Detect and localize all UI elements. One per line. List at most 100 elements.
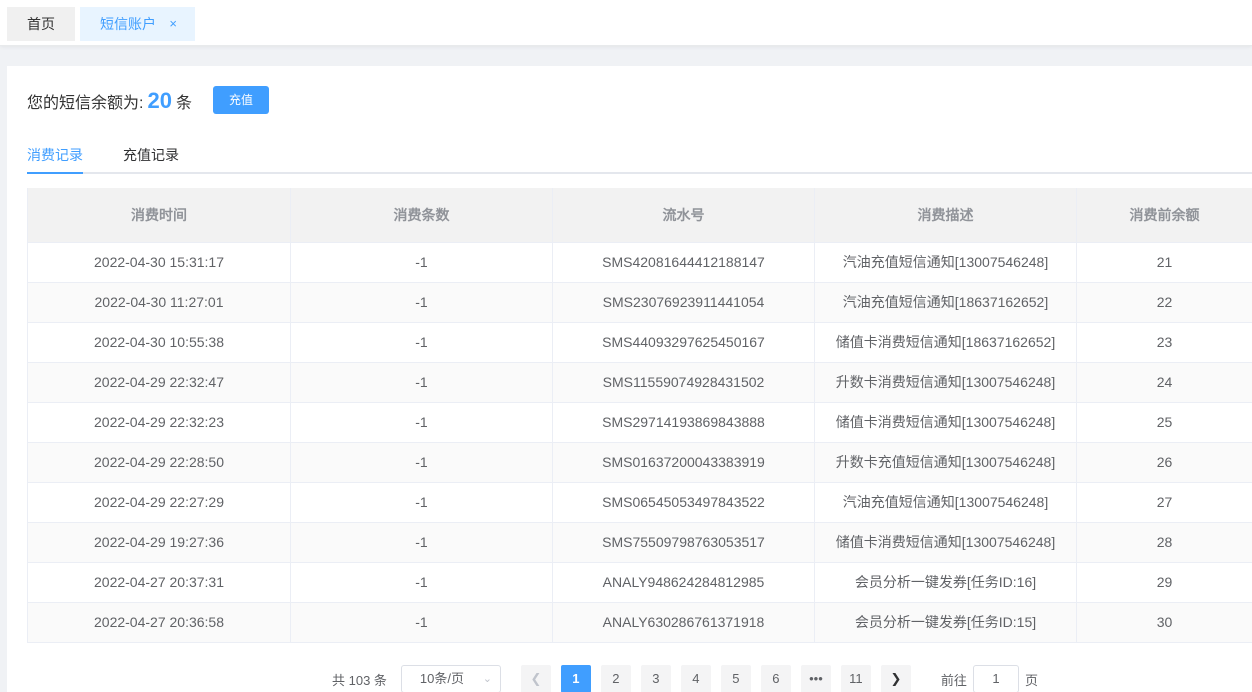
cell-prev-balance: 23 [1076,322,1252,363]
table-row: 2022-04-27 20:37:31 -1 ANALY94862428481298… [27,562,1252,603]
cell-prev-balance: 25 [1076,402,1252,443]
cell-time: 2022-04-30 11:27:01 [27,282,291,323]
page-button[interactable]: 3 [640,665,671,692]
cell-count: -1 [290,442,553,483]
cell-time: 2022-04-29 19:27:36 [27,522,291,563]
col-header-description: 消费描述 [814,188,1077,243]
chevron-down-icon: ⌄ [482,673,492,685]
cell-description: 会员分析一键发券[任务ID:16] [814,562,1077,603]
tab-home[interactable]: 首页 [7,7,75,41]
cell-description: 会员分析一键发券[任务ID:15] [814,602,1077,643]
more-pages-icon[interactable]: ••• [800,665,831,692]
tab-sms-account-label: 短信账户 [100,16,156,32]
cell-count: -1 [290,362,553,403]
goto-unit: 页 [1024,672,1038,688]
cell-serial: SMS29714193869843888 [552,402,815,443]
cell-description: 汽油充值短信通知[13007546248] [814,242,1077,283]
consumption-table: 消费时间 消费条数 流水号 消费描述 消费前余额 2022-04-30 15:3… [27,188,1252,643]
cell-time: 2022-04-29 22:32:23 [27,402,291,443]
cell-prev-balance: 24 [1076,362,1252,403]
table-row: 2022-04-29 22:28:50 -1 SMS0163720004338391… [27,442,1252,483]
cell-serial: SMS06545053497843522 [552,482,815,523]
table-row: 2022-04-30 10:55:38 -1 SMS4409329762545016… [27,322,1252,363]
col-header-prev-balance: 消费前余额 [1076,188,1252,243]
page-size-value: 10条/页 [419,671,464,686]
recharge-button[interactable]: 充值 [213,86,269,114]
table-row: 2022-04-30 11:27:01 -1 SMS2307692391144105… [27,282,1252,323]
cell-time: 2022-04-29 22:28:50 [27,442,291,483]
cell-time: 2022-04-27 20:36:58 [27,602,291,643]
cell-serial: SMS44093297625450167 [552,322,815,363]
chevron-right-icon[interactable]: ❯ [880,665,911,692]
col-header-time: 消费时间 [27,188,291,243]
cell-description: 汽油充值短信通知[18637162652] [814,282,1077,323]
cell-prev-balance: 21 [1076,242,1252,283]
col-header-count: 消费条数 [290,188,553,243]
cell-time: 2022-04-30 10:55:38 [27,322,291,363]
cell-time: 2022-04-27 20:37:31 [27,562,291,603]
cell-prev-balance: 26 [1076,442,1252,483]
record-tabs: 消费记录 充值记录 [27,136,1252,174]
cell-time: 2022-04-29 22:32:47 [27,362,291,403]
cell-serial: SMS23076923911441054 [552,282,815,323]
page-tabs-bar: 首页 短信账户 × [0,0,1252,46]
cell-count: -1 [290,602,553,643]
page-button[interactable]: 11 [840,665,871,692]
cell-description: 汽油充值短信通知[13007546248] [814,482,1077,523]
cell-description: 储值卡消费短信通知[18637162652] [814,322,1077,363]
tab-recharge-records[interactable]: 充值记录 [123,136,179,174]
table-row: 2022-04-29 22:27:29 -1 SMS0654505349784352… [27,482,1252,523]
cell-prev-balance: 27 [1076,482,1252,523]
cell-prev-balance: 22 [1076,282,1252,323]
table-row: 2022-04-27 20:36:58 -1 ANALY63028676137191… [27,602,1252,643]
cell-count: -1 [290,482,553,523]
cell-count: -1 [290,562,553,603]
cell-count: -1 [290,402,553,443]
cell-description: 升数卡消费短信通知[13007546248] [814,362,1077,403]
cell-count: -1 [290,242,553,283]
cell-description: 升数卡充值短信通知[13007546248] [814,442,1077,483]
tab-consumption-records[interactable]: 消费记录 [27,136,83,174]
cell-prev-balance: 29 [1076,562,1252,603]
cell-serial: SMS75509798763053517 [552,522,815,563]
cell-count: -1 [290,522,553,563]
cell-serial: SMS42081644412188147 [552,242,815,283]
balance-label: 您的短信余额为: [27,95,144,112]
pagination: 共 103 条 10条/页 ⌄ ❮ 1 2 3 4 5 6 ••• 11 ❯ 前往 1 页 [332,665,1038,692]
goto-page-input[interactable]: 1 [972,665,1019,692]
balance-value: 20 [147,88,172,113]
cell-prev-balance: 28 [1076,522,1252,563]
cell-serial: SMS01637200043383919 [552,442,815,483]
close-icon[interactable]: × [169,7,177,41]
page-button[interactable]: 6 [760,665,791,692]
cell-serial: SMS11559074928431502 [552,362,815,403]
cell-serial: ANALY630286761371918 [552,602,815,643]
page-button[interactable]: 1 [560,665,591,692]
table-header-row: 消费时间 消费条数 流水号 消费描述 消费前余额 [27,188,1252,243]
page-button[interactable]: 4 [680,665,711,692]
table-row: 2022-04-29 22:32:47 -1 SMS1155907492843150… [27,362,1252,403]
table-row: 2022-04-29 22:32:23 -1 SMS2971419386984388… [27,402,1252,443]
page-jumper: 前往 1 页 [941,665,1038,692]
tab-sms-account[interactable]: 短信账户 × [80,7,195,41]
balance-line: 您的短信余额为: 20 条 [27,88,192,114]
cell-prev-balance: 30 [1076,602,1252,643]
cell-description: 储值卡消费短信通知[13007546248] [814,402,1077,443]
cell-count: -1 [290,282,553,323]
cell-serial: ANALY948624284812985 [552,562,815,603]
chevron-left-icon[interactable]: ❮ [520,665,551,692]
table-row: 2022-04-30 15:31:17 -1 SMS4208164441218814… [27,242,1252,283]
cell-count: -1 [290,322,553,363]
main-card: 您的短信余额为: 20 条 充值 消费记录 充值记录 消费时间 消费条数 流水号… [7,66,1252,692]
active-tab-indicator [27,172,83,174]
page-button[interactable]: 5 [720,665,751,692]
cell-time: 2022-04-30 15:31:17 [27,242,291,283]
cell-description: 储值卡消费短信通知[13007546248] [814,522,1077,563]
table-row: 2022-04-29 19:27:36 -1 SMS7550979876305351… [27,522,1252,563]
page-button[interactable]: 2 [600,665,631,692]
goto-label: 前往 [940,672,967,688]
col-header-serial: 流水号 [552,188,815,243]
page-size-select[interactable]: 10条/页 ⌄ [400,665,501,692]
pagination-total: 共 103 条 [332,672,387,688]
balance-unit: 条 [175,95,192,112]
